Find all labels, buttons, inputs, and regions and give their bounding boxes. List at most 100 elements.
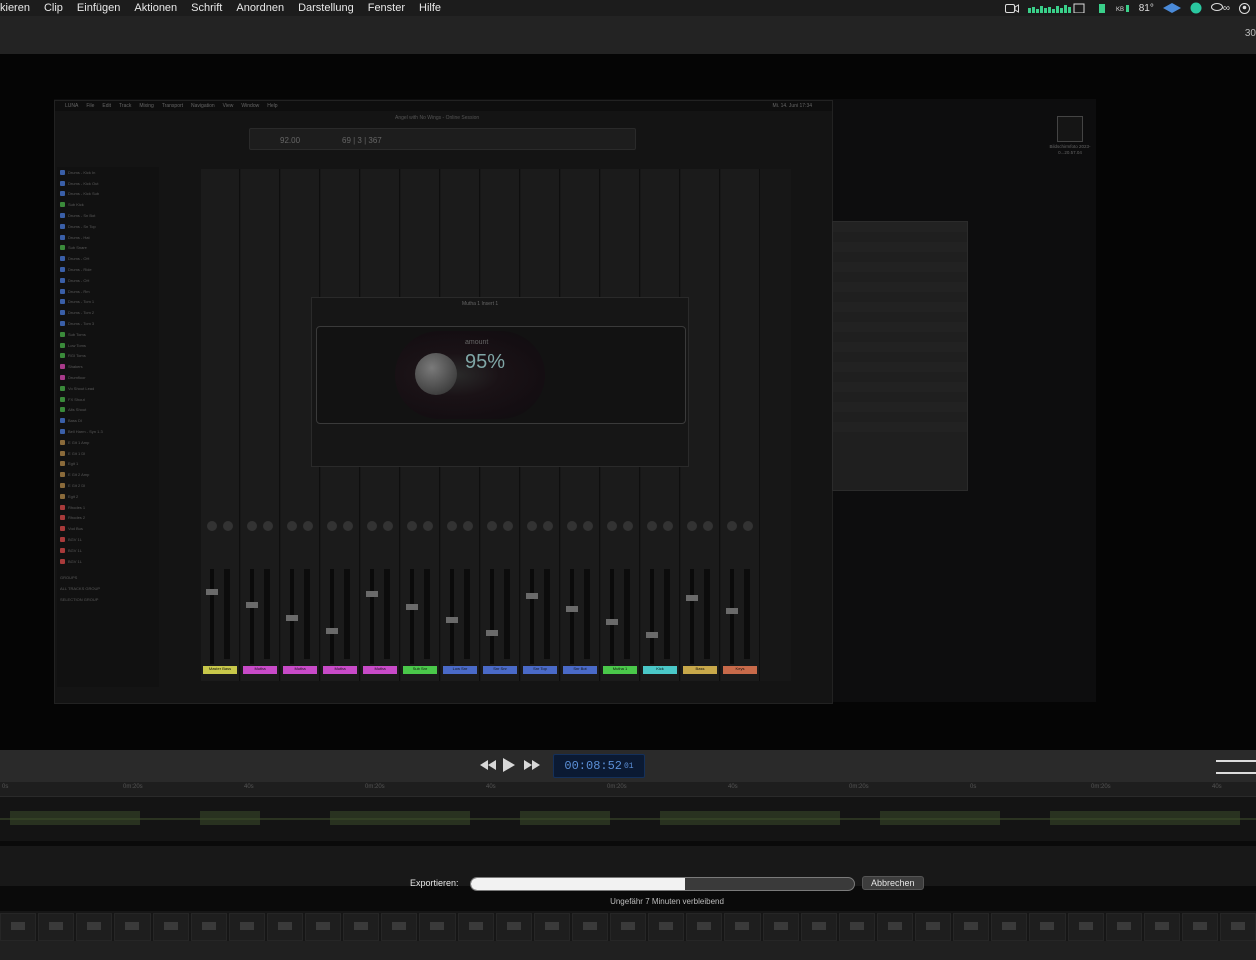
send-knob[interactable] bbox=[503, 521, 513, 531]
pan-knob[interactable] bbox=[327, 521, 337, 531]
fader-cap[interactable] bbox=[246, 602, 258, 608]
track-row[interactable]: Sub Snare bbox=[57, 243, 159, 254]
menu-icon[interactable] bbox=[1216, 760, 1256, 774]
track-row[interactable]: Drums - Tom 3 bbox=[57, 318, 159, 329]
track-row[interactable]: Bass DI bbox=[57, 415, 159, 426]
temperature-readout[interactable]: 81° bbox=[1139, 3, 1154, 14]
track-row[interactable]: Drums - Kick Sub bbox=[57, 189, 159, 200]
track-row[interactable]: Drums - Kick Out bbox=[57, 178, 159, 189]
send-knob[interactable] bbox=[263, 521, 273, 531]
send-knob[interactable] bbox=[383, 521, 393, 531]
pan-knob[interactable] bbox=[487, 521, 497, 531]
uad-icon[interactable] bbox=[1162, 3, 1181, 13]
menu-item-hilfe[interactable]: Hilfe bbox=[419, 2, 441, 14]
track-row[interactable]: Drums - Hat bbox=[57, 232, 159, 243]
track-row[interactable]: E Git 1 Amp bbox=[57, 437, 159, 448]
track-row[interactable]: Vod Bus bbox=[57, 523, 159, 534]
send-knob[interactable] bbox=[703, 521, 713, 531]
fader-cap[interactable] bbox=[446, 617, 458, 623]
track-row[interactable]: E Git 2 DI bbox=[57, 480, 159, 491]
track-row[interactable]: Sub Toms bbox=[57, 329, 159, 340]
track-row[interactable]: Sub Kick bbox=[57, 199, 159, 210]
track-row[interactable]: BGV 1L bbox=[57, 545, 159, 556]
track-row[interactable]: RGI Toms bbox=[57, 351, 159, 362]
fader-cap[interactable] bbox=[606, 619, 618, 625]
track-row[interactable]: Drums - OH bbox=[57, 275, 159, 286]
pan-knob[interactable] bbox=[287, 521, 297, 531]
app-status-icon[interactable] bbox=[1190, 2, 1202, 14]
track-row[interactable]: Rhodes 1 bbox=[57, 502, 159, 513]
rewind-icon[interactable] bbox=[480, 760, 496, 770]
pan-knob[interactable] bbox=[247, 521, 257, 531]
cpu-meter-icon[interactable] bbox=[1027, 3, 1088, 13]
cancel-button[interactable]: Abbrechen bbox=[862, 876, 924, 890]
memory-icon[interactable] bbox=[1097, 3, 1107, 13]
menu-item-fenster[interactable]: Fenster bbox=[368, 2, 405, 14]
fader-cap[interactable] bbox=[326, 628, 338, 634]
send-knob[interactable] bbox=[543, 521, 553, 531]
send-knob[interactable] bbox=[623, 521, 633, 531]
track-row[interactable]: Drums - Sn Top bbox=[57, 221, 159, 232]
pan-knob[interactable] bbox=[607, 521, 617, 531]
send-knob[interactable] bbox=[423, 521, 433, 531]
track-row[interactable]: Alts Shout bbox=[57, 405, 159, 416]
play-icon[interactable] bbox=[503, 758, 515, 772]
send-knob[interactable] bbox=[223, 521, 233, 531]
user-icon[interactable] bbox=[1239, 2, 1250, 14]
zoom-value[interactable]: 30 bbox=[1245, 28, 1256, 39]
pan-knob[interactable] bbox=[527, 521, 537, 531]
send-knob[interactable] bbox=[663, 521, 673, 531]
track-row[interactable]: Shakers bbox=[57, 361, 159, 372]
fader-cap[interactable] bbox=[366, 591, 378, 597]
fader-cap[interactable] bbox=[406, 604, 418, 610]
track-row[interactable]: Drums - Tom 1 bbox=[57, 297, 159, 308]
fader-cap[interactable] bbox=[286, 615, 298, 621]
fader-cap[interactable] bbox=[486, 630, 498, 636]
track-row[interactable]: Egit 2 bbox=[57, 491, 159, 502]
menu-item-anordnen[interactable]: Anordnen bbox=[236, 2, 284, 14]
fader-cap[interactable] bbox=[726, 608, 738, 614]
send-knob[interactable] bbox=[583, 521, 593, 531]
pan-knob[interactable] bbox=[207, 521, 217, 531]
menu-item-app[interactable]: kieren bbox=[0, 2, 30, 14]
send-knob[interactable] bbox=[743, 521, 753, 531]
group-item[interactable]: SELECTION GROUP bbox=[57, 594, 159, 605]
track-row[interactable]: BGV 1L bbox=[57, 556, 159, 567]
track-row[interactable]: BGV 1L bbox=[57, 534, 159, 545]
track-row[interactable]: E Git 1 DI bbox=[57, 448, 159, 459]
track-row[interactable]: Bell Harm - Syn 1.3 bbox=[57, 426, 159, 437]
track-row[interactable]: Drums - Sn Bot bbox=[57, 210, 159, 221]
send-knob[interactable] bbox=[343, 521, 353, 531]
filmstrip[interactable] bbox=[0, 911, 1256, 941]
menu-item-schrift[interactable]: Schrift bbox=[191, 2, 222, 14]
menu-item-darstellung[interactable]: Darstellung bbox=[298, 2, 354, 14]
pan-knob[interactable] bbox=[407, 521, 417, 531]
track-row[interactable]: Low Toms bbox=[57, 340, 159, 351]
track-row[interactable]: Drums - Rm bbox=[57, 286, 159, 297]
fader-cap[interactable] bbox=[686, 595, 698, 601]
fader-cap[interactable] bbox=[206, 589, 218, 595]
track-row[interactable]: Drums - Tom 2 bbox=[57, 307, 159, 318]
pan-knob[interactable] bbox=[727, 521, 737, 531]
track-row[interactable]: Vo Shout Lead bbox=[57, 383, 159, 394]
audio-waveform[interactable] bbox=[0, 797, 1256, 841]
track-row[interactable]: Drums - OH bbox=[57, 253, 159, 264]
menu-item-einfuegen[interactable]: Einfügen bbox=[77, 2, 120, 14]
track-row[interactable]: Drums - Kick In bbox=[57, 167, 159, 178]
track-row[interactable]: E Git 2 Amp bbox=[57, 469, 159, 480]
track-row[interactable]: Drums - Ride bbox=[57, 264, 159, 275]
track-row[interactable]: Rhodes 2 bbox=[57, 513, 159, 524]
pan-knob[interactable] bbox=[687, 521, 697, 531]
battery-indicator[interactable]: ∞ bbox=[1210, 2, 1230, 14]
group-item[interactable]: ALL TRACKS GROUP bbox=[57, 583, 159, 594]
pan-knob[interactable] bbox=[647, 521, 657, 531]
network-icon[interactable]: KB bbox=[1116, 3, 1130, 13]
camera-icon[interactable] bbox=[1004, 3, 1019, 13]
track-row[interactable]: Egit 1 bbox=[57, 459, 159, 470]
track-row[interactable]: Drumfloor bbox=[57, 372, 159, 383]
fader-cap[interactable] bbox=[566, 606, 578, 612]
menu-item-clip[interactable]: Clip bbox=[44, 2, 63, 14]
pan-knob[interactable] bbox=[447, 521, 457, 531]
send-knob[interactable] bbox=[463, 521, 473, 531]
menu-item-aktionen[interactable]: Aktionen bbox=[134, 2, 177, 14]
